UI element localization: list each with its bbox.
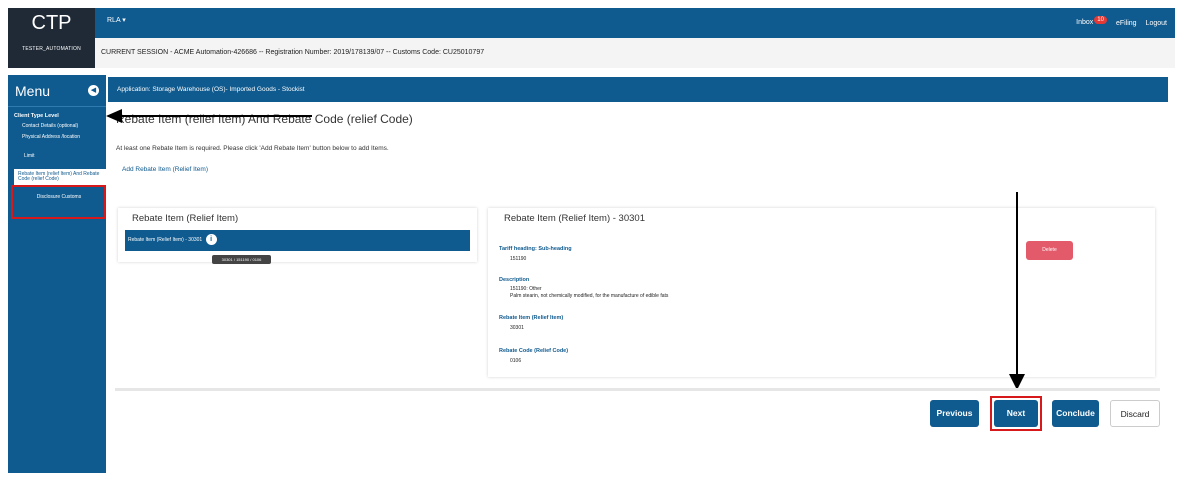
delete-button[interactable]: Delete [1026, 241, 1073, 260]
rebate-item-label: Rebate Item (Relief Item) [499, 315, 564, 321]
list-panel-title: Rebate Item (Relief Item) [132, 213, 239, 224]
rebate-item-list-panel: Rebate Item (Relief Item) Rebate Item (R… [118, 208, 477, 264]
menu-header: Menu ◀ [8, 75, 106, 107]
discard-button[interactable]: Discard [1110, 400, 1160, 427]
sidebar: Menu ◀ Client Type Level Contact Details… [8, 75, 106, 473]
rebate-code-value: 0106 [510, 358, 522, 364]
menu-label: Menu [15, 82, 51, 99]
page: CTP RLA ▾ Inbox 10 eFiling Logout TESTER_… [0, 0, 1183, 485]
username-label: TESTER_AUTOMATION [8, 38, 95, 68]
sidebar-item-contact-details[interactable]: Contact Details (optional) [22, 123, 98, 130]
description-label: Description [499, 277, 530, 283]
role-dropdown[interactable]: RLA ▾ [107, 8, 126, 34]
rebate-item-detail-panel: Rebate Item (Relief Item) - 30301 Delete… [488, 208, 1155, 377]
conclude-button[interactable]: Conclude [1052, 400, 1099, 427]
top-bar: RLA ▾ Inbox 10 eFiling Logout [95, 8, 1175, 38]
inbox-link[interactable]: Inbox 10 [1076, 16, 1107, 27]
sidebar-item-disclosure-customs[interactable]: Disclosure Customs [13, 194, 105, 201]
sidebar-item-physical-address[interactable]: Physical Address /location [22, 134, 98, 141]
rebate-code-label: Rebate Code (Relief Code) [499, 348, 569, 354]
rebate-item-list-item[interactable]: Rebate Item (Relief Item) - 30301 i [125, 230, 470, 251]
tariff-heading-label: Tariff heading: Sub-heading [499, 246, 572, 252]
info-message: At least one Rebate Item is required. Pl… [116, 145, 389, 152]
inbox-label: Inbox [1076, 19, 1094, 26]
sidebar-item-rebate-item[interactable]: Rebate Item (relief Item) And Rebate Cod… [14, 168, 106, 186]
sidebar-section-title: Client Type Level [14, 113, 59, 119]
previous-button[interactable]: Previous [930, 400, 979, 427]
add-rebate-item-link[interactable]: Add Rebate Item (Relief Item) [122, 166, 208, 173]
rebate-item-value: 30301 [510, 325, 524, 331]
description-value-detail: Palm stearin, not chemically modified, f… [510, 293, 669, 299]
annotation-arrow-down [1016, 192, 1018, 376]
description-value: 151190: Other [510, 286, 542, 292]
sidebar-item-limit[interactable]: Limit [24, 153, 100, 160]
caret-down-icon: ▾ [122, 17, 126, 24]
efiling-link[interactable]: eFiling [1116, 20, 1137, 27]
annotation-arrow-left [122, 115, 312, 117]
application-bar: Application: Storage Warehouse (OS)- Imp… [108, 77, 1168, 102]
info-icon[interactable]: i [205, 234, 217, 246]
list-item-label: Rebate Item (Relief Item) - 30301 [128, 237, 203, 243]
role-label: RLA [107, 17, 121, 24]
next-button[interactable]: Next [994, 400, 1038, 427]
header-actions: Inbox 10 eFiling Logout [1076, 8, 1167, 38]
menu-toggle-icon[interactable]: ◀ [88, 85, 99, 96]
detail-panel-title: Rebate Item (Relief Item) - 30301 [504, 213, 645, 224]
session-info: CURRENT SESSION - ACME Automation-426686… [95, 38, 1175, 68]
item-tooltip: 30301 / 151190 / 0106 [212, 255, 271, 264]
tariff-heading-value: 151190 [510, 256, 527, 262]
disclosure-highlight-box: Disclosure Customs [11, 185, 106, 219]
logout-link[interactable]: Logout [1146, 20, 1167, 27]
annotation-arrow-left-head [106, 109, 122, 123]
inbox-count-badge: 10 [1094, 16, 1107, 24]
app-logo: CTP [8, 8, 95, 38]
footer-divider [115, 388, 1160, 391]
